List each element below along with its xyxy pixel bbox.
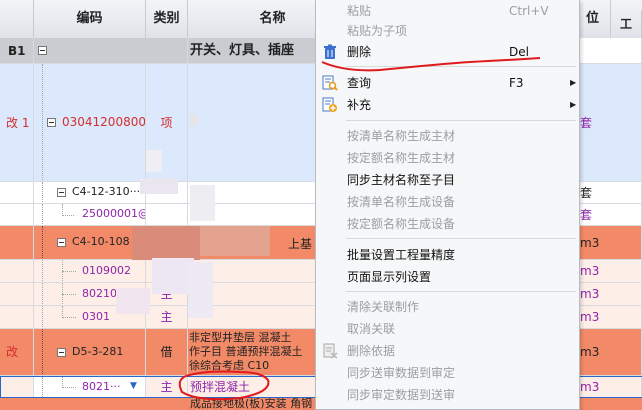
material-code: 25000001@4 [82,207,145,220]
row-category: 主 [146,306,188,328]
row-unit: m3 [580,329,642,375]
menu-item-sync-submit-to-audit[interactable]: 同步送审数据到审定 [316,362,579,384]
menu-item-delete-basis[interactable]: 删除依据 [316,340,579,362]
row-name: 开关、灯具、插座 [188,38,318,63]
row-marker [0,226,34,259]
menu-item-paste-as-child[interactable]: 粘贴为子项 [316,20,579,42]
header-category[interactable]: 类别 [146,0,188,38]
delete-basis-icon [323,343,338,359]
material-code: 0301 [82,310,110,323]
row-code: C4-12-310··· [34,182,146,203]
blurred-region [190,185,215,221]
row-code: 25000001@4 [34,204,146,225]
row-name: 成品接地极(板)安装 角钢 [188,398,318,410]
row-marker [0,182,34,203]
row-code: 8021··· ▼ [34,377,146,397]
row-unit: m3 [580,377,642,397]
supplement-icon [322,97,337,112]
row-marker [0,306,34,328]
dropdown-arrow-icon[interactable]: ▼ [130,381,137,391]
menu-item-query[interactable]: 查询 F3 ▶ [316,72,579,94]
context-menu[interactable]: 粘贴 Ctrl+V 粘贴为子项 删除 Del 查询 F3 ▶ 补充 ▶ 按清单名称生成主材… [315,0,580,410]
collapse-icon[interactable] [57,348,66,357]
menu-separator [346,66,576,67]
row-marker [0,204,34,225]
menu-item-delete[interactable]: 删除 Del [316,41,579,63]
collapse-icon[interactable] [47,118,56,127]
query-icon [322,75,338,91]
menu-item-unlink[interactable]: 取消关联 [316,318,579,340]
item-code: 030412008002 [62,115,146,129]
header-extra[interactable]: 工 [611,10,642,38]
submenu-arrow-icon: ▶ [570,100,577,109]
menu-item-gen-equip-by-quota[interactable]: 按定额名称生成设备 [316,213,579,235]
row-name [188,64,318,181]
row-marker [0,283,34,305]
menu-item-clear-link[interactable]: 清除关联制作 [316,296,579,318]
blurred-region [200,226,270,256]
row-unit: m3 [580,226,642,259]
row-rest [580,38,642,63]
row-name: 非定型井垫层 混凝土 作子目 普通预拌混凝土 徐综合考虑 C10 [188,329,318,375]
menu-item-column-settings[interactable]: 页面显示列设置 [316,266,579,288]
row-code: 030412008002 [34,64,146,181]
collapse-icon[interactable] [57,188,66,197]
header-index [0,0,34,38]
blurred-region [188,262,213,318]
menu-separator [346,291,576,292]
row-unit: 套 [580,204,642,225]
quota-code: C4-12-310··· [72,185,141,198]
trash-icon [324,44,336,59]
row-marker: 改 [0,329,34,375]
row-marker [0,260,34,282]
row-code: C4-10-108 [34,226,146,259]
quota-code: D5-3-281 [72,345,124,358]
menu-item-sync-audit-to-submit[interactable]: 同步审定数据到送审 [316,384,579,406]
header-unit[interactable]: 位 [575,0,611,38]
collapse-icon[interactable] [38,46,47,55]
row-category: 主 [146,377,188,397]
blurred-region [140,178,178,194]
menu-item-gen-main-by-bill[interactable]: 按清单名称生成主材 [316,125,579,147]
row-name: 预拌混凝土 [188,377,318,397]
row-unit: m3 [580,306,642,328]
row-marker: 改 1 [0,64,34,181]
material-code: 8021··· [82,380,121,393]
row-category: 借 [146,329,188,375]
menu-item-gen-main-by-quota[interactable]: 按定额名称生成主材 [316,147,579,169]
row-marker: B1 [0,38,34,63]
menu-item-gen-equip-by-bill[interactable]: 按清单名称生成设备 [316,191,579,213]
row-category [146,204,188,225]
menu-separator [346,120,576,121]
row-unit: m3 [580,283,642,305]
menu-separator [346,238,576,239]
material-code: 0109002 [82,264,131,277]
row-code [34,38,188,63]
menu-item-batch-precision[interactable]: 批量设置工程量精度 [316,244,579,266]
collapse-icon[interactable] [57,238,66,247]
menu-item-supplement[interactable]: 补充 ▶ [316,94,579,116]
quota-code: C4-10-108 [72,235,130,248]
row-unit: 套 [580,64,642,181]
submenu-arrow-icon: ▶ [570,78,577,87]
blurred-region [146,150,162,172]
row-unit: m3 [580,260,642,282]
header-code[interactable]: 编码 [34,0,146,38]
blurred-region [132,226,200,260]
row-unit: 套 [580,182,642,203]
menu-item-paste[interactable]: 粘贴 Ctrl+V [316,0,579,22]
row-code: 0109002 [34,260,146,282]
row-code: D5-3-281 [34,329,146,375]
blurred-region [116,288,150,314]
row-marker [1,377,34,397]
menu-item-sync-main-name[interactable]: 同步主材名称至子目 [316,169,579,191]
